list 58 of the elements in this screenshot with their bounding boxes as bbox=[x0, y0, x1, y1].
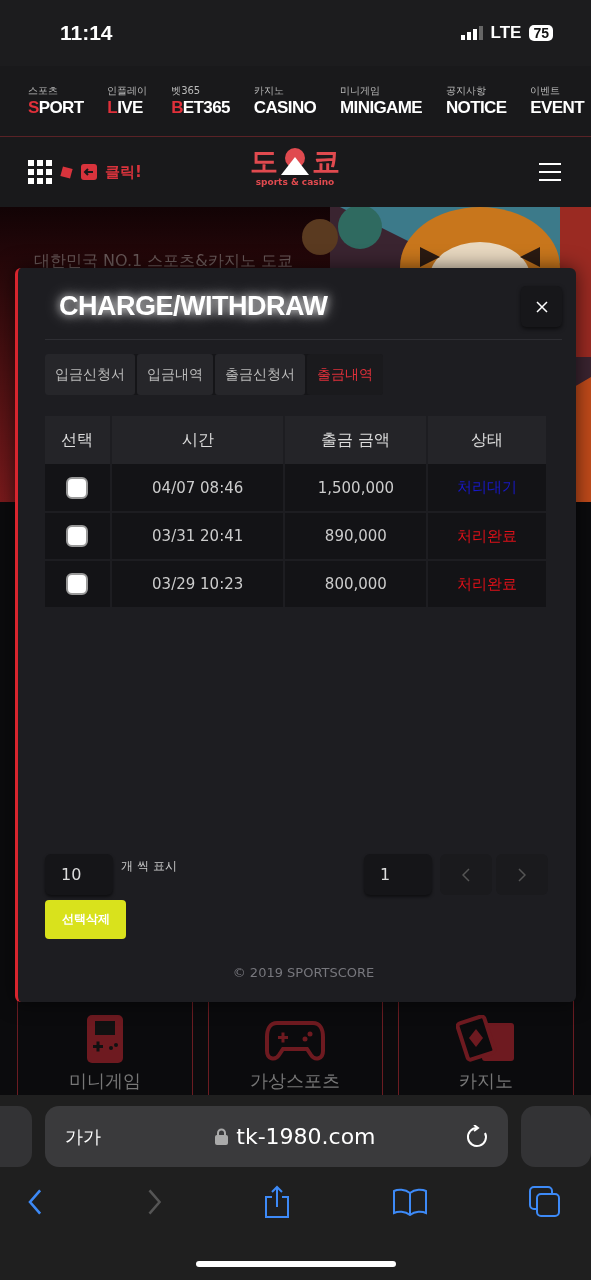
banner-headline: 대한민국 NO.1 스포츠&카지노 도쿄 bbox=[34, 251, 293, 272]
tab[interactable]: 출금신청서 bbox=[215, 354, 305, 395]
handheld-console-icon bbox=[86, 1015, 123, 1063]
book-icon[interactable] bbox=[393, 1188, 428, 1216]
nav-item[interactable]: 미니게임 MINIGAME bbox=[340, 84, 423, 118]
column-header: 출금 금액 bbox=[284, 416, 428, 464]
page-number-field[interactable]: 1 bbox=[364, 854, 432, 895]
chevron-left-icon bbox=[462, 867, 470, 882]
tab[interactable]: 입금신청서 bbox=[45, 354, 135, 395]
checkbox[interactable] bbox=[66, 476, 89, 499]
table-cell: 1,500,000 bbox=[284, 464, 428, 512]
gamepad-icon bbox=[265, 1019, 326, 1063]
arrow-box-icon bbox=[81, 164, 97, 180]
column-header: 선택 bbox=[45, 416, 111, 464]
modal-title: CHARGE/WITHDRAW bbox=[59, 291, 328, 322]
column-header: 시간 bbox=[110, 416, 285, 464]
close-icon bbox=[535, 300, 548, 313]
address-bar[interactable]: 가가 tk-1980.com bbox=[45, 1106, 508, 1167]
status-text: 처리완료 bbox=[457, 574, 518, 593]
status-text: 처리대기 bbox=[457, 478, 518, 496]
table-cell: 03/29 10:23 bbox=[110, 560, 285, 608]
copyright-text: © 2019 SPORTSCORE bbox=[232, 965, 375, 980]
page-size-label: 개 씩 표시 bbox=[121, 858, 177, 875]
reload-icon[interactable] bbox=[465, 1124, 488, 1149]
nav-item[interactable]: 이벤트 EVENT bbox=[530, 84, 584, 118]
chevron-right-icon bbox=[518, 867, 526, 882]
nav-item[interactable]: 스포츠 SPORT bbox=[28, 84, 84, 118]
table-cell: 04/07 08:46 bbox=[110, 464, 285, 512]
menu-icon[interactable] bbox=[539, 163, 561, 181]
column-header: 상태 bbox=[427, 416, 547, 464]
nav-item[interactable]: 카지노 CASINO bbox=[253, 84, 317, 118]
nav-item[interactable]: 벳365 BET365 bbox=[171, 84, 230, 118]
close-button[interactable] bbox=[521, 286, 562, 327]
back-icon bbox=[28, 1189, 44, 1215]
signal-icon bbox=[460, 26, 483, 40]
url-text: tk-1980.com bbox=[236, 1124, 376, 1149]
nav-item[interactable]: 공지사항 NOTICE bbox=[445, 84, 507, 118]
table-cell: 03/31 20:41 bbox=[110, 512, 285, 560]
checkbox[interactable] bbox=[66, 525, 89, 547]
lock-icon bbox=[215, 1128, 229, 1145]
tabs-icon[interactable] bbox=[529, 1186, 561, 1218]
tab[interactable]: 출금내역 bbox=[307, 354, 383, 395]
status-text: 처리완료 bbox=[457, 526, 518, 545]
network-type: LTE bbox=[490, 23, 522, 43]
grid-menu-icon[interactable] bbox=[28, 160, 52, 184]
battery-level: 75 bbox=[529, 25, 553, 41]
table-cell: 800,000 bbox=[284, 560, 428, 608]
checkbox[interactable] bbox=[66, 573, 89, 595]
nav-item[interactable]: 인플레이 LIVE bbox=[107, 84, 148, 118]
click-link[interactable]: 클릭! bbox=[105, 162, 142, 182]
share-icon[interactable] bbox=[263, 1185, 292, 1219]
status-time: 11:14 bbox=[60, 21, 113, 45]
table-cell: 890,000 bbox=[284, 512, 428, 560]
tab[interactable]: 입금내역 bbox=[137, 354, 213, 395]
playing-cards-icon bbox=[456, 1015, 517, 1063]
site-logo[interactable]: 도 쿄 sports & casino bbox=[250, 147, 340, 187]
text-size-button[interactable]: 가가 bbox=[65, 1124, 102, 1149]
page-size-field[interactable]: 10 bbox=[45, 854, 113, 895]
